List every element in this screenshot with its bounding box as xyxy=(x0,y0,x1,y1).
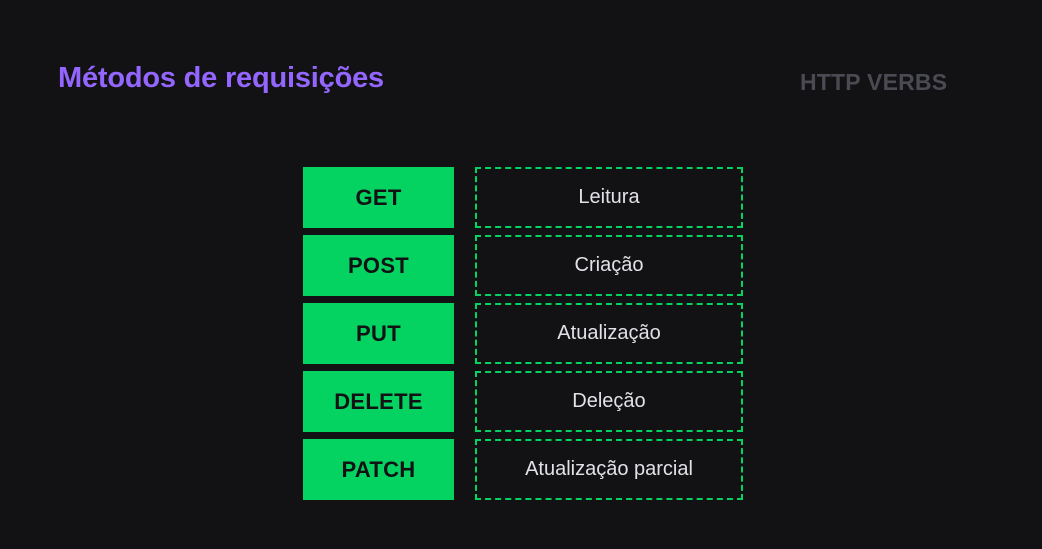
verb-badge-put: PUT xyxy=(303,303,454,364)
page-title: Métodos de requisições xyxy=(58,62,384,94)
verb-badge-post: POST xyxy=(303,235,454,296)
verb-description-put: Atualização xyxy=(475,303,743,364)
verb-badge-patch: PATCH xyxy=(303,439,454,500)
method-row-get: GET Leitura xyxy=(303,167,743,228)
methods-table: GET Leitura POST Criação PUT Atualização… xyxy=(303,167,743,507)
verb-description-post: Criação xyxy=(475,235,743,296)
verb-description-delete: Deleção xyxy=(475,371,743,432)
verb-badge-get: GET xyxy=(303,167,454,228)
verb-description-get: Leitura xyxy=(475,167,743,228)
method-row-patch: PATCH Atualização parcial xyxy=(303,439,743,500)
method-row-post: POST Criação xyxy=(303,235,743,296)
method-row-put: PUT Atualização xyxy=(303,303,743,364)
page-subtitle: HTTP VERBS xyxy=(800,69,948,95)
verb-badge-delete: DELETE xyxy=(303,371,454,432)
verb-description-patch: Atualização parcial xyxy=(475,439,743,500)
method-row-delete: DELETE Deleção xyxy=(303,371,743,432)
